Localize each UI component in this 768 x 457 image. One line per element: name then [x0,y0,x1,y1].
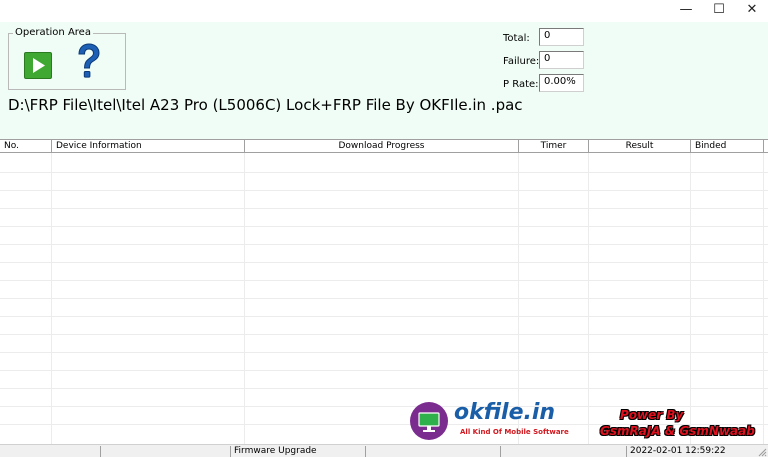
grid-column-divider [690,153,691,445]
help-button[interactable] [72,42,104,82]
column-header-timer[interactable]: Timer [519,140,589,152]
grid-row-divider [0,334,768,335]
pass-rate-label: P Rate: [503,79,539,90]
status-pane [500,446,626,457]
status-datetime: 2022-02-01 12:59:22 [626,446,754,457]
grid-column-divider [51,153,52,445]
firmware-file-path: D:\FRP File\Itel\Itel A23 Pro (L5006C) L… [8,96,523,114]
monitor-icon [418,412,440,432]
table-header: No. Device Information Download Progress… [0,140,768,153]
minimize-button[interactable]: — [670,0,702,22]
grid-row-divider [0,190,768,191]
failure-field: 0 [539,51,584,69]
status-pane [365,446,500,457]
watermark-title: okfile.in [454,400,556,425]
start-button[interactable] [24,52,52,79]
watermark-subtitle: All Kind Of Mobile Software [460,428,569,436]
okfile-logo [410,402,448,440]
play-icon [33,58,45,73]
operation-area-label: Operation Area [13,27,93,38]
grid-row-divider [0,208,768,209]
power-by-authors: GsmRaJA & GsmNwaab [600,424,755,438]
grid-row-divider [0,262,768,263]
power-by-label: Power By [620,408,684,422]
resize-grip-icon[interactable] [756,446,767,457]
power-by-credit: Power By GsmRaJA & GsmNwaab [600,408,768,442]
okfile-watermark: okfile.in All Kind Of Mobile Software [410,400,570,442]
failure-label: Failure: [503,56,540,67]
grid-row-divider [0,298,768,299]
column-header-result[interactable]: Result [589,140,691,152]
column-header-device-information[interactable]: Device Information [52,140,245,152]
total-label: Total: [503,33,530,44]
grid-row-divider [0,406,768,407]
status-pane [100,446,230,457]
grid-row-divider [0,226,768,227]
grid-column-divider [763,153,764,445]
total-field: 0 [539,28,584,46]
column-header-binded[interactable]: Binded [691,140,764,152]
grid-column-divider [244,153,245,445]
grid-row-divider [0,244,768,245]
column-header-no[interactable]: No. [0,140,52,152]
status-bar: Firmware Upgrade 2022-02-01 12:59:22 [0,444,768,457]
title-bar: — ☐ ✕ [0,0,768,22]
close-button[interactable]: ✕ [736,0,768,22]
grid-row-divider [0,352,768,353]
grid-row-divider [0,370,768,371]
help-icon [78,43,100,78]
device-table[interactable]: No. Device Information Download Progress… [0,139,768,445]
grid-row-divider [0,172,768,173]
grid-row-divider [0,280,768,281]
column-header-download-progress[interactable]: Download Progress [245,140,519,152]
maximize-button[interactable]: ☐ [703,0,735,22]
grid-column-divider [588,153,589,445]
grid-row-divider [0,388,768,389]
status-mode: Firmware Upgrade [230,446,365,457]
pass-rate-field: 0.00% [539,74,584,92]
grid-row-divider [0,316,768,317]
